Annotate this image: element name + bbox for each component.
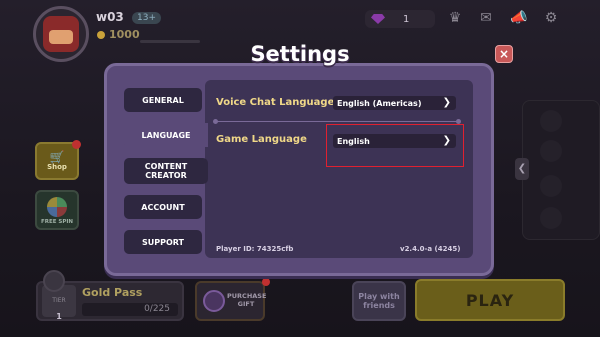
purchase-gift-label: PURCHASE GIFT xyxy=(227,292,267,308)
version-label: v2.4.0-a (4245) xyxy=(400,245,461,253)
gem-counter[interactable]: 1 xyxy=(365,10,435,28)
tier-value: 1 xyxy=(56,312,62,321)
gold-pass-progress-text: 0/225 xyxy=(144,304,170,314)
gem-icon xyxy=(371,14,385,24)
free-spin-label: FREE SPIN xyxy=(40,219,74,225)
tier-label: TIER xyxy=(52,297,66,304)
divider xyxy=(213,119,218,124)
player-username: w03 xyxy=(96,10,124,24)
tab-support[interactable]: SUPPORT xyxy=(124,230,202,254)
slot-circle xyxy=(540,140,562,162)
slot-circle xyxy=(540,175,562,197)
player-id: Player ID: 74325cfb xyxy=(216,245,294,253)
highlight-box xyxy=(326,124,464,167)
gem-count: 1 xyxy=(403,13,410,25)
play-label: PLAY xyxy=(465,290,515,310)
tab-account[interactable]: ACCOUNT xyxy=(124,195,202,219)
play-with-friends-label: Play with friends xyxy=(358,292,400,310)
play-with-friends-button[interactable]: Play with friends xyxy=(352,281,406,321)
xp-progress-bar xyxy=(140,40,200,43)
coin-count: 1000 xyxy=(109,28,140,41)
slot-circle xyxy=(540,110,562,132)
player-level-badge: 13+ xyxy=(132,12,161,24)
slot-circle xyxy=(540,207,562,229)
shop-label: Shop xyxy=(47,163,67,171)
notification-dot xyxy=(262,278,270,286)
gold-pass-title: Gold Pass xyxy=(82,286,143,299)
voice-chat-language-value: English (Americas) xyxy=(337,98,422,108)
tab-content-creator[interactable]: CONTENT CREATOR xyxy=(124,158,208,184)
mail-icon[interactable]: ✉ xyxy=(477,9,495,27)
panel-expand-arrow-icon[interactable]: ❮ xyxy=(515,158,529,180)
chevron-right-icon: ❯ xyxy=(442,97,451,108)
coin-counter: 1000 xyxy=(97,28,140,41)
tab-general[interactable]: GENERAL xyxy=(124,88,202,112)
free-spin-button[interactable]: FREE SPIN xyxy=(35,190,79,230)
game-language-label: Game Language xyxy=(216,134,307,145)
voice-chat-language-label: Voice Chat Language xyxy=(216,97,335,108)
shop-button[interactable]: 🛒 Shop xyxy=(35,140,81,180)
modal-title: Settings xyxy=(250,42,350,66)
divider xyxy=(216,121,459,122)
cart-icon: 🛒 xyxy=(49,150,65,164)
spin-wheel-icon xyxy=(47,197,67,217)
notification-dot xyxy=(72,140,81,149)
gear-icon[interactable]: ⚙ xyxy=(542,9,560,27)
gift-icon xyxy=(203,290,225,312)
ranking-icon[interactable]: ♛ xyxy=(446,9,464,27)
purchase-gift-button[interactable]: PURCHASE GIFT xyxy=(195,281,267,321)
announcement-icon[interactable]: 📣 xyxy=(510,9,528,27)
gold-pass-progress-bar: 0/225 xyxy=(82,303,178,316)
player-avatar[interactable] xyxy=(33,6,89,62)
coin-icon xyxy=(97,30,105,39)
close-button[interactable]: × xyxy=(495,45,513,63)
avatar-character-icon xyxy=(43,16,79,52)
tier-badge-icon xyxy=(43,270,65,292)
play-button[interactable]: PLAY xyxy=(415,279,565,321)
tab-language[interactable]: LANGUAGE xyxy=(124,123,208,147)
voice-chat-language-select[interactable]: English (Americas) ❯ xyxy=(333,96,456,110)
